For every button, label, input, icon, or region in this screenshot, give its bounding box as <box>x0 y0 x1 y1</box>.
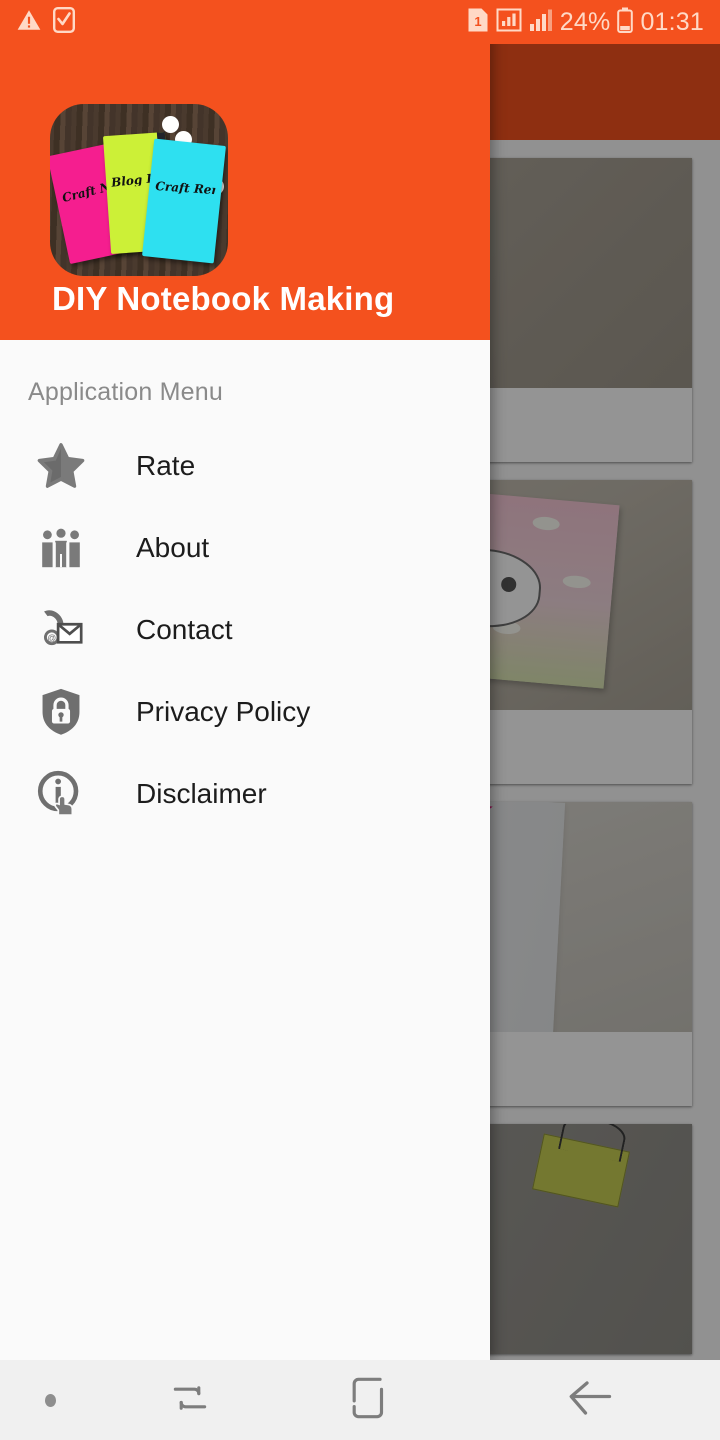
mobile-data-icon <box>496 7 522 38</box>
menu-item-label: Rate <box>136 450 196 481</box>
menu-item-label: Contact <box>136 614 233 645</box>
clock-label: 01:31 <box>640 7 704 36</box>
home-square-icon <box>349 1375 391 1426</box>
menu-item-label: About <box>136 532 210 563</box>
menu-item-privacy-policy[interactable]: Privacy Policy <box>0 671 490 753</box>
menu-item-label: Privacy Policy <box>136 696 311 727</box>
drawer-header: Craft Night Blog Post Craft Remedy DIY N… <box>0 0 490 340</box>
star-icon <box>34 439 88 493</box>
dot-icon <box>44 1393 56 1407</box>
menu-item-about[interactable]: About <box>0 507 490 589</box>
back-arrow-icon <box>566 1376 614 1425</box>
info-hand-icon <box>34 767 88 821</box>
menu-item-label: Disclaimer <box>136 778 267 809</box>
signal-bars-icon <box>529 7 553 38</box>
recents-icon <box>168 1376 212 1425</box>
sim-one-icon: 1 <box>467 7 489 38</box>
battery-icon <box>617 7 634 38</box>
home-button[interactable] <box>280 1375 460 1426</box>
notebook-label-3: Craft Remedy <box>154 180 216 197</box>
navigation-drawer[interactable]: Craft Night Blog Post Craft Remedy DIY N… <box>0 0 490 1360</box>
svg-text:@: @ <box>47 633 56 643</box>
status-bar: 1 24% 01:31 <box>0 0 720 44</box>
navigation-bar <box>0 1360 720 1440</box>
svg-text:1: 1 <box>474 14 481 29</box>
battery-percent-label: 24% <box>559 7 611 36</box>
shield-lock-icon <box>34 685 88 739</box>
drawer-menu-list: Rate About @ Contact Privacy Policy Disc… <box>0 425 490 835</box>
checklist-notification-icon <box>52 6 76 38</box>
menu-item-rate[interactable]: Rate <box>0 425 490 507</box>
drawer-app-name: DIY Notebook Making <box>52 280 395 317</box>
menu-item-contact[interactable]: @ Contact <box>0 589 490 671</box>
app-logo-icon: Craft Night Blog Post Craft Remedy <box>50 104 228 276</box>
recents-button[interactable] <box>100 1376 280 1425</box>
menu-item-disclaimer[interactable]: Disclaimer <box>0 753 490 835</box>
back-button[interactable] <box>460 1376 720 1425</box>
phone-envelope-at-icon: @ <box>34 603 88 657</box>
phone-screen: DIY Notebook <box>0 0 720 1440</box>
warning-triangle-icon <box>16 7 42 38</box>
people-group-icon <box>34 521 88 575</box>
menu-heading: Application Menu <box>28 378 223 406</box>
keyboard-dot-indicator[interactable] <box>0 1393 100 1407</box>
